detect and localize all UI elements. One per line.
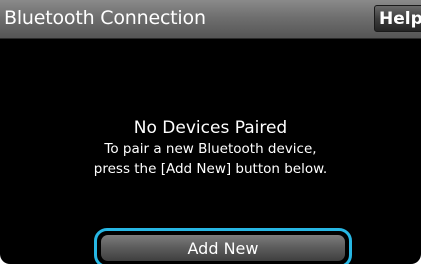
device-frame: Bluetooth Connection Help No Devices Pai…	[0, 0, 425, 268]
message-line-2: press the [Add New] button below.	[93, 161, 328, 177]
title-bar: Bluetooth Connection Help	[0, 0, 421, 39]
help-button[interactable]: Help	[374, 5, 421, 32]
screen-title: Bluetooth Connection	[4, 7, 206, 29]
add-new-button[interactable]: Add New	[101, 235, 345, 261]
bluetooth-connection-screen: Bluetooth Connection Help No Devices Pai…	[0, 0, 421, 264]
no-devices-message: No Devices Paired To pair a new Bluetoot…	[0, 117, 421, 179]
message-line-1: To pair a new Bluetooth device,	[104, 141, 317, 157]
message-heading: No Devices Paired	[133, 118, 288, 138]
add-new-focus-ring: Add New	[94, 228, 352, 264]
